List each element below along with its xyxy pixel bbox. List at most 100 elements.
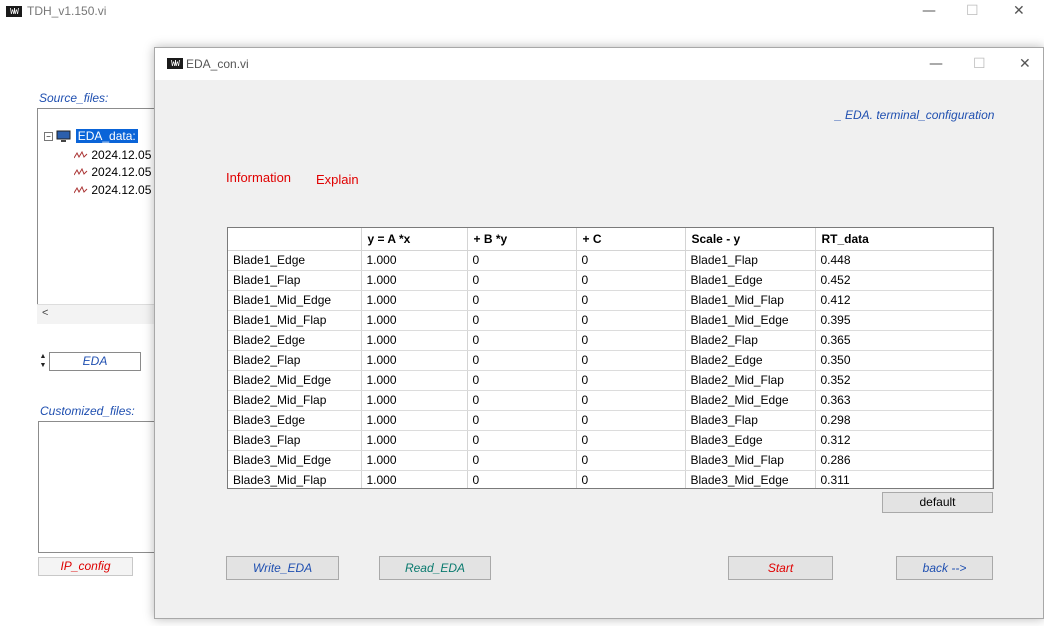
table-cell[interactable]: 0.395: [815, 310, 993, 331]
table-cell[interactable]: 0: [467, 250, 577, 271]
table-cell[interactable]: 0: [467, 330, 577, 351]
table-cell[interactable]: 0: [576, 270, 686, 291]
table-cell[interactable]: 0: [576, 370, 686, 391]
table-row[interactable]: Blade2_Flap 1.000 0 0 Blade2_Edge 0.350: [228, 350, 993, 371]
table-cell[interactable]: 0.286: [815, 450, 993, 471]
table-cell[interactable]: 0: [576, 250, 686, 271]
table-cell[interactable]: 1.000: [361, 330, 468, 351]
table-cell[interactable]: 0: [576, 470, 686, 488]
main-title-bar[interactable]: WW TDH_v1.150.vi — ☐ ✕: [0, 0, 1044, 26]
table-cell[interactable]: Blade1_Flap: [685, 250, 816, 271]
table-cell[interactable]: 0.350: [815, 350, 993, 371]
collapse-icon[interactable]: −: [44, 132, 53, 142]
table-row[interactable]: Blade2_Edge 1.000 0 0 Blade2_Flap 0.365: [228, 330, 993, 351]
table-cell[interactable]: 1.000: [361, 270, 468, 291]
table-cell[interactable]: 1.000: [361, 410, 468, 431]
eda-spinner[interactable]: ▲ ▼: [38, 352, 48, 371]
spin-up-icon[interactable]: ▲: [38, 352, 48, 361]
table-cell[interactable]: 0.312: [815, 430, 993, 451]
table-row[interactable]: Blade2_Mid_Flap 1.000 0 0 Blade2_Mid_Edge 0.3…: [228, 390, 993, 411]
table-cell[interactable]: 0: [467, 350, 577, 371]
terminal-configuration-label[interactable]: _ EDA. terminal_configuration: [835, 108, 994, 122]
table-cell[interactable]: 0: [467, 410, 577, 431]
table-cell[interactable]: 0: [576, 390, 686, 411]
default-button[interactable]: default: [882, 492, 993, 513]
tree-item[interactable]: 2024.12.05: [73, 148, 151, 162]
table-row[interactable]: Blade2_Mid_Edge 1.000 0 0 Blade2_Mid_Flap 0.3…: [228, 370, 993, 391]
table-cell[interactable]: 1.000: [361, 310, 468, 331]
back-button[interactable]: back -->: [896, 556, 993, 580]
table-cell[interactable]: Blade3_Mid_Flap: [685, 450, 816, 471]
table-cell[interactable]: 0.452: [815, 270, 993, 291]
write-eda-button[interactable]: Write_EDA: [226, 556, 339, 580]
table-cell[interactable]: 0: [467, 450, 577, 471]
table-row[interactable]: Blade1_Mid_Edge 1.000 0 0 Blade1_Mid_Flap 0.4…: [228, 290, 993, 311]
table-row[interactable]: Blade1_Edge 1.000 0 0 Blade1_Flap 0.448: [228, 250, 993, 271]
table-cell[interactable]: Blade3_Flap: [685, 410, 816, 431]
table-cell[interactable]: 0.365: [815, 330, 993, 351]
table-cell[interactable]: 1.000: [361, 390, 468, 411]
table-cell[interactable]: Blade3_Edge: [685, 430, 816, 451]
table-cell[interactable]: 1.000: [361, 350, 468, 371]
table-cell[interactable]: 0: [576, 450, 686, 471]
explain-label[interactable]: Explain: [316, 172, 359, 187]
scroll-left-icon[interactable]: <: [42, 307, 48, 319]
table-cell[interactable]: 0.363: [815, 390, 993, 411]
table-row[interactable]: Blade1_Mid_Flap 1.000 0 0 Blade1_Mid_Edge 0.3…: [228, 310, 993, 331]
minimize-icon[interactable]: —: [922, 3, 936, 19]
table-cell[interactable]: 0: [467, 430, 577, 451]
dialog-close-icon[interactable]: ✕: [1019, 56, 1031, 72]
table-cell[interactable]: Blade2_Edge: [685, 350, 816, 371]
table-row[interactable]: Blade3_Mid_Edge 1.000 0 0 Blade3_Mid_Flap 0.2…: [228, 450, 993, 471]
table-cell[interactable]: 1.000: [361, 290, 468, 311]
dialog-maximize-icon[interactable]: ☐: [973, 56, 986, 72]
table-cell[interactable]: 0: [467, 270, 577, 291]
table-cell[interactable]: 0.311: [815, 470, 993, 488]
table-cell[interactable]: Blade1_Edge: [685, 270, 816, 291]
tree-item[interactable]: 2024.12.05: [73, 165, 151, 179]
table-cell[interactable]: Blade3_Mid_Edge: [685, 470, 816, 488]
table-cell[interactable]: Blade1_Mid_Edge: [685, 310, 816, 331]
eda-field[interactable]: EDA: [49, 352, 141, 371]
table-cell[interactable]: 0: [467, 310, 577, 331]
table-cell[interactable]: 0: [576, 290, 686, 311]
table-cell[interactable]: 0: [467, 390, 577, 411]
table-cell[interactable]: 1.000: [361, 450, 468, 471]
table-cell[interactable]: 0: [467, 470, 577, 488]
table-cell[interactable]: 0.352: [815, 370, 993, 391]
table-cell[interactable]: 0: [467, 370, 577, 391]
table-cell[interactable]: Blade2_Mid_Flap: [685, 370, 816, 391]
ip-config-button[interactable]: IP_config: [38, 557, 133, 576]
table-cell[interactable]: Blade2_Flap: [685, 330, 816, 351]
spin-down-icon[interactable]: ▼: [38, 361, 48, 370]
eda-config-table[interactable]: y = A *x + B *y + C Scale - y RT_data Blade1…: [227, 227, 994, 489]
table-cell[interactable]: 0: [576, 410, 686, 431]
table-cell[interactable]: 1.000: [361, 430, 468, 451]
information-label[interactable]: Information: [226, 170, 291, 185]
table-row[interactable]: Blade3_Edge 1.000 0 0 Blade3_Flap 0.298: [228, 410, 993, 431]
table-cell[interactable]: 1.000: [361, 250, 468, 271]
table-cell[interactable]: 0.298: [815, 410, 993, 431]
start-button[interactable]: Start: [728, 556, 833, 580]
table-cell[interactable]: 0: [576, 330, 686, 351]
maximize-icon[interactable]: ☐: [966, 3, 979, 19]
table-row[interactable]: Blade3_Flap 1.000 0 0 Blade3_Edge 0.312: [228, 430, 993, 451]
table-cell[interactable]: Blade2_Mid_Edge: [685, 390, 816, 411]
tree-item[interactable]: 2024.12.05: [73, 183, 151, 197]
table-cell[interactable]: 0.448: [815, 250, 993, 271]
dialog-minimize-icon[interactable]: —: [929, 56, 943, 72]
table-row[interactable]: Blade3_Mid_Flap 1.000 0 0 Blade3_Mid_Edge 0.3…: [228, 470, 993, 488]
read-eda-button[interactable]: Read_EDA: [379, 556, 491, 580]
table-cell[interactable]: 0: [576, 430, 686, 451]
table-cell[interactable]: 0: [467, 290, 577, 311]
table-cell[interactable]: 1.000: [361, 370, 468, 391]
tree-root[interactable]: − EDA_data:: [44, 129, 138, 143]
table-cell[interactable]: 0: [576, 310, 686, 331]
close-icon[interactable]: ✕: [1013, 3, 1025, 19]
table-cell[interactable]: 0.412: [815, 290, 993, 311]
table-cell[interactable]: 0: [576, 350, 686, 371]
table-cell[interactable]: Blade1_Mid_Flap: [685, 290, 816, 311]
table-row[interactable]: Blade1_Flap 1.000 0 0 Blade1_Edge 0.452: [228, 270, 993, 291]
table-cell[interactable]: 1.000: [361, 470, 468, 488]
dialog-title-bar[interactable]: WW EDA_con.vi — ☐ ✕: [155, 48, 1043, 80]
